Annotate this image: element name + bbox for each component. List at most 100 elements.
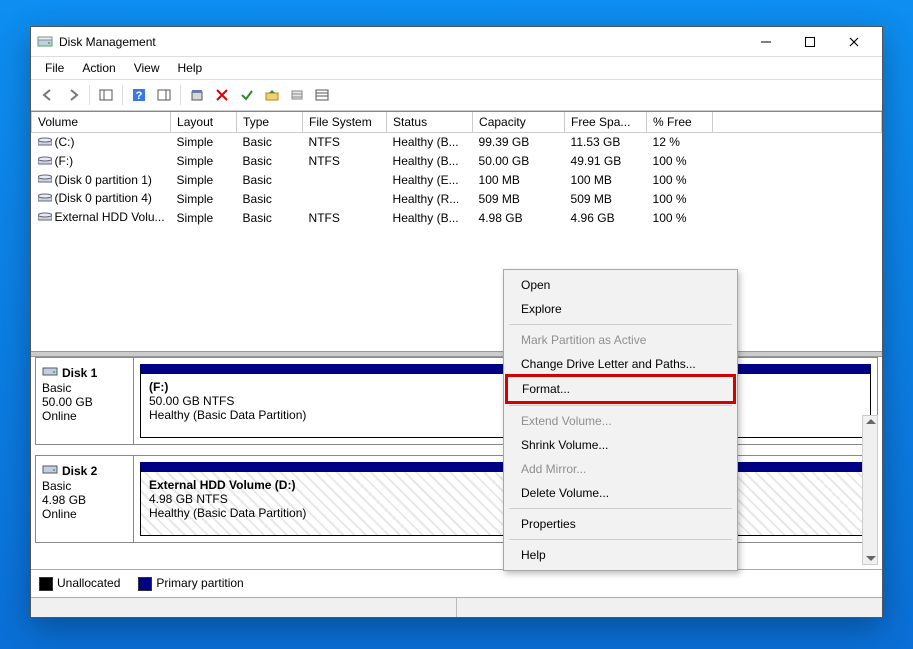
col-capacity[interactable]: Capacity [473, 112, 565, 133]
cell-layout: Simple [171, 189, 237, 208]
folder-up-button[interactable] [261, 84, 283, 106]
cell-status: Healthy (B... [387, 208, 473, 227]
disk-label: Disk 1 [62, 366, 97, 380]
column-headers[interactable]: Volume Layout Type File System Status Ca… [32, 112, 882, 133]
properties-button[interactable] [186, 84, 208, 106]
cell-status: Healthy (B... [387, 152, 473, 171]
volume-icon [38, 155, 52, 169]
ctx-separator [509, 324, 732, 325]
cell-layout: Simple [171, 152, 237, 171]
col-filesystem[interactable]: File System [303, 112, 387, 133]
toolbar-separator [89, 85, 90, 105]
cell-fs [303, 189, 387, 208]
toolbar-separator [180, 85, 181, 105]
volume-name: External HDD Volu... [55, 210, 165, 224]
ctx-open[interactable]: Open [507, 273, 734, 297]
cell-capacity: 50.00 GB [473, 152, 565, 171]
toolbar: ? [31, 80, 882, 111]
cell-type: Basic [237, 208, 303, 227]
col-spacer [713, 112, 882, 133]
ctx-separator [509, 539, 732, 540]
menu-file[interactable]: File [37, 59, 72, 77]
col-freespace[interactable]: Free Spa... [565, 112, 647, 133]
cell-pct: 12 % [647, 133, 713, 152]
col-pctfree[interactable]: % Free [647, 112, 713, 133]
svg-text:?: ? [136, 90, 143, 102]
graphical-disk-view: Disk 1Basic50.00 GBOnline(F:)50.00 GB NT… [31, 357, 882, 569]
volume-name: (C:) [55, 135, 75, 149]
back-button[interactable] [37, 84, 59, 106]
cell-pct: 100 % [647, 152, 713, 171]
checkmark-button[interactable] [236, 84, 258, 106]
cell-capacity: 100 MB [473, 171, 565, 190]
col-status[interactable]: Status [387, 112, 473, 133]
table-row[interactable]: (C:)SimpleBasicNTFSHealthy (B...99.39 GB… [32, 133, 882, 152]
ctx-change-letter[interactable]: Change Drive Letter and Paths... [507, 352, 734, 376]
ctx-format[interactable]: Format... [505, 374, 736, 404]
delete-button[interactable] [211, 84, 233, 106]
cell-type: Basic [237, 133, 303, 152]
volume-list[interactable]: Volume Layout Type File System Status Ca… [31, 111, 882, 351]
table-row[interactable]: (F:)SimpleBasicNTFSHealthy (B...50.00 GB… [32, 152, 882, 171]
table-row[interactable]: External HDD Volu... SimpleBasicNTFSHealt… [32, 208, 882, 227]
disk-size: 50.00 GB [42, 395, 127, 409]
ctx-shrink-volume[interactable]: Shrink Volume... [507, 433, 734, 457]
help-button[interactable]: ? [128, 84, 150, 106]
volume-icon [38, 192, 52, 206]
show-hide-console-tree-button[interactable] [95, 84, 117, 106]
ctx-separator [509, 508, 732, 509]
cell-pct: 100 % [647, 208, 713, 227]
menu-view[interactable]: View [126, 59, 168, 77]
list-view-button[interactable] [311, 84, 333, 106]
ctx-help[interactable]: Help [507, 543, 734, 567]
disk-label: Disk 2 [62, 464, 97, 478]
cell-pct: 100 % [647, 171, 713, 190]
ctx-add-mirror: Add Mirror... [507, 457, 734, 481]
settings-button[interactable] [286, 84, 308, 106]
legend-unallocated: Unallocated [39, 576, 120, 591]
cell-status: Healthy (E... [387, 171, 473, 190]
cell-layout: Simple [171, 208, 237, 227]
cell-free: 4.96 GB [565, 208, 647, 227]
cell-capacity: 509 MB [473, 189, 565, 208]
cell-layout: Simple [171, 133, 237, 152]
legend-primary: Primary partition [138, 576, 243, 591]
cell-free: 509 MB [565, 189, 647, 208]
legend: Unallocated Primary partition [31, 569, 882, 597]
menubar: File Action View Help [31, 57, 882, 80]
status-bar [31, 597, 882, 617]
maximize-button[interactable] [788, 28, 832, 56]
cell-capacity: 99.39 GB [473, 133, 565, 152]
disk-row: Disk 1Basic50.00 GBOnline(F:)50.00 GB NT… [35, 357, 878, 445]
close-button[interactable] [832, 28, 876, 56]
window-title: Disk Management [59, 35, 744, 49]
cell-fs: NTFS [303, 133, 387, 152]
vertical-scrollbar[interactable] [862, 415, 878, 565]
action-pane-button[interactable] [153, 84, 175, 106]
ctx-properties[interactable]: Properties [507, 512, 734, 536]
cell-fs: NTFS [303, 208, 387, 227]
disk-state: Online [42, 409, 127, 423]
menu-action[interactable]: Action [74, 59, 123, 77]
forward-button[interactable] [62, 84, 84, 106]
toolbar-separator [122, 85, 123, 105]
menu-help[interactable]: Help [170, 59, 211, 77]
cell-type: Basic [237, 189, 303, 208]
col-layout[interactable]: Layout [171, 112, 237, 133]
table-row[interactable]: (Disk 0 partition 1)SimpleBasicHealthy (… [32, 171, 882, 190]
disk-icon [42, 364, 58, 381]
ctx-explore[interactable]: Explore [507, 297, 734, 321]
volume-name: (Disk 0 partition 4) [55, 191, 152, 205]
cell-type: Basic [237, 171, 303, 190]
ctx-extend-volume: Extend Volume... [507, 409, 734, 433]
ctx-delete-volume[interactable]: Delete Volume... [507, 481, 734, 505]
minimize-button[interactable] [744, 28, 788, 56]
volume-name: (Disk 0 partition 1) [55, 173, 152, 187]
cell-type: Basic [237, 152, 303, 171]
disk-size: 4.98 GB [42, 493, 127, 507]
table-row[interactable]: (Disk 0 partition 4)SimpleBasicHealthy (… [32, 189, 882, 208]
col-volume[interactable]: Volume [32, 112, 171, 133]
disk-row: Disk 2Basic4.98 GBOnlineExternal HDD Vol… [35, 455, 878, 543]
col-type[interactable]: Type [237, 112, 303, 133]
cell-capacity: 4.98 GB [473, 208, 565, 227]
